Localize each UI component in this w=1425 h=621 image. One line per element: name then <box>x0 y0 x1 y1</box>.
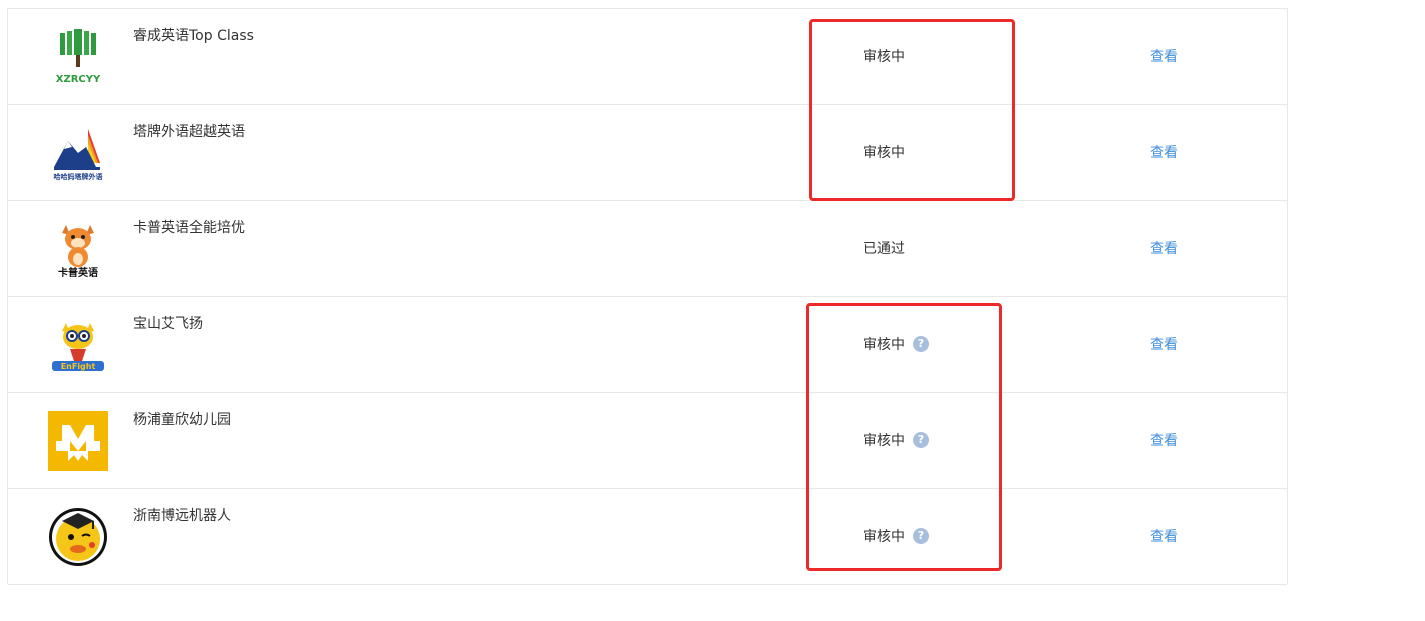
status-label: 审核中 <box>863 337 905 353</box>
view-link[interactable]: 查看 <box>1150 142 1178 162</box>
view-link[interactable]: 查看 <box>1150 334 1178 354</box>
logo-text: XZRCYY <box>56 74 101 85</box>
help-question-icon[interactable]: ? <box>913 336 929 352</box>
logo-text: EnFight <box>61 362 96 371</box>
list-item: 杨浦童欣幼儿园 审核中 ? 查看 <box>8 393 1287 489</box>
status-text: 审核中 ? <box>863 526 929 546</box>
enfight-mascot-logo: EnFight <box>48 315 108 375</box>
institution-name: 睿成英语Top Class <box>133 28 254 44</box>
institution-name: 浙南博远机器人 <box>133 508 231 524</box>
status-label: 已通过 <box>863 241 905 257</box>
xzrcyy-tree-logo: XZRCYY <box>48 27 108 87</box>
view-link[interactable]: 查看 <box>1150 46 1178 66</box>
institution-name: 宝山艾飞扬 <box>133 316 203 332</box>
view-link[interactable]: 查看 <box>1150 526 1178 546</box>
status-label: 审核中 <box>863 529 905 545</box>
status-label: 审核中 <box>863 145 905 161</box>
institution-list: XZRCYY 睿成英语Top Class 审核中 查看 哈哈妈塔牌外语 塔牌外语… <box>7 8 1288 585</box>
status-text: 审核中 <box>863 142 905 162</box>
list-item: EnFight 宝山艾飞扬 审核中 ? 查看 <box>8 297 1287 393</box>
status-label: 审核中 <box>863 433 905 449</box>
status-text: 审核中 ? <box>863 334 929 354</box>
list-item: 卡普英语 卡普英语全能培优 已通过 查看 <box>8 201 1287 297</box>
duck-graduate-logo <box>48 507 108 567</box>
list-item: XZRCYY 睿成英语Top Class 审核中 查看 <box>8 9 1287 105</box>
help-question-icon[interactable]: ? <box>913 432 929 448</box>
kapu-cartoon-logo: 卡普英语 <box>48 219 108 279</box>
institution-name: 卡普英语全能培优 <box>133 220 245 236</box>
logo-text: 卡普英语 <box>58 266 98 279</box>
view-link[interactable]: 查看 <box>1150 430 1178 450</box>
view-link[interactable]: 查看 <box>1150 238 1178 258</box>
yellow-m-logo <box>48 411 108 471</box>
logo-text: 哈哈妈塔牌外语 <box>54 172 103 181</box>
help-question-icon[interactable]: ? <box>913 528 929 544</box>
institution-name: 杨浦童欣幼儿园 <box>133 412 231 428</box>
status-text: 审核中 <box>863 46 905 66</box>
status-label: 审核中 <box>863 49 905 65</box>
list-item: 哈哈妈塔牌外语 塔牌外语超越英语 审核中 查看 <box>8 105 1287 201</box>
status-text: 已通过 <box>863 238 905 258</box>
list-item: 浙南博远机器人 审核中 ? 查看 <box>8 489 1287 585</box>
status-text: 审核中 ? <box>863 430 929 450</box>
tower-sail-logo: 哈哈妈塔牌外语 <box>48 123 108 183</box>
institution-name: 塔牌外语超越英语 <box>133 124 245 140</box>
